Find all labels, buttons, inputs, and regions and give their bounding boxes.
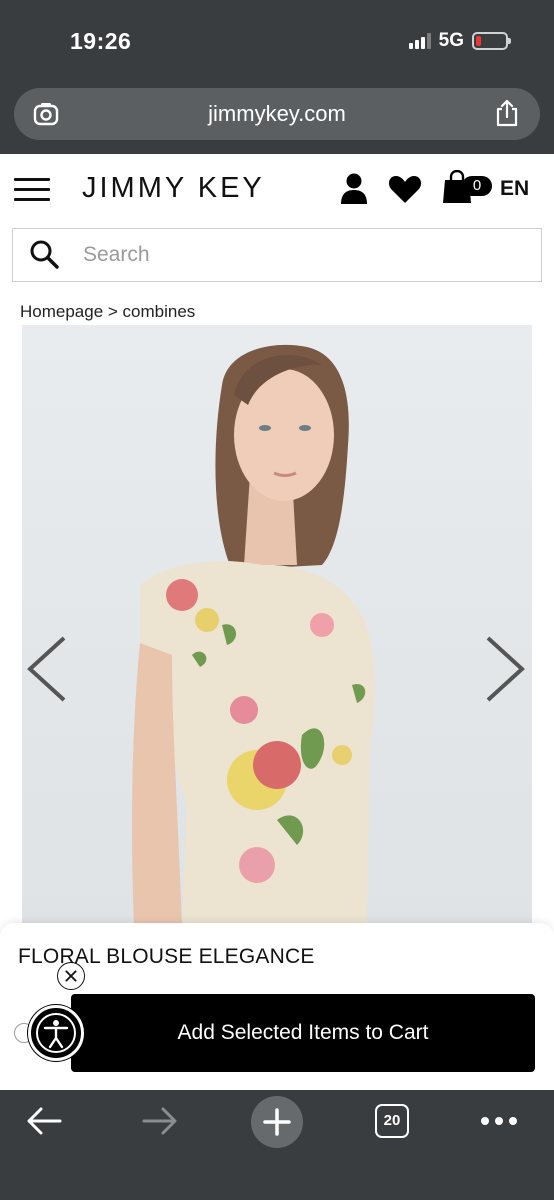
heart-icon[interactable] — [388, 174, 422, 204]
product-image[interactable] — [22, 325, 532, 925]
add-to-cart-button[interactable]: Add Selected Items to Cart — [71, 994, 535, 1072]
status-time: 19:26 — [70, 28, 132, 54]
tab-switcher[interactable]: 20 — [375, 1104, 409, 1138]
menu-icon[interactable] — [14, 178, 50, 202]
forward-arrow-icon[interactable] — [142, 1106, 178, 1136]
breadcrumb-current[interactable]: combines — [123, 302, 196, 321]
address-bar[interactable]: jimmykey.com — [14, 88, 540, 140]
cart-count-badge[interactable]: 0 — [462, 176, 492, 196]
network-type: 5G — [438, 30, 464, 51]
more-options-icon[interactable] — [480, 1116, 518, 1126]
breadcrumb: Homepage > combines — [20, 302, 195, 322]
breadcrumb-separator: > — [103, 302, 123, 321]
signal-icon — [408, 33, 431, 49]
product-photo — [132, 344, 375, 925]
browser-bottom-bar: 20 — [0, 1090, 554, 1200]
status-indicators: 5G — [408, 30, 511, 52]
language-selector[interactable]: EN — [500, 177, 529, 201]
new-tab-button[interactable] — [251, 1096, 303, 1148]
product-bottom-sheet: FLORAL BLOUSE ELEGANCE Add Selected Item… — [0, 923, 554, 1090]
share-icon[interactable] — [494, 98, 520, 128]
back-arrow-icon[interactable] — [26, 1106, 62, 1136]
user-icon[interactable] — [340, 172, 368, 204]
breadcrumb-home[interactable]: Homepage — [20, 302, 103, 321]
next-image-arrow-icon[interactable] — [484, 634, 528, 704]
search-input[interactable] — [83, 237, 523, 273]
site-logo[interactable]: JIMMY KEY — [82, 172, 265, 205]
accessibility-button[interactable] — [28, 1005, 84, 1061]
url-text[interactable]: jimmykey.com — [14, 101, 540, 127]
browser-top-bar: 19:26 5G jimmykey.com — [0, 0, 554, 154]
plus-icon — [263, 1108, 291, 1136]
search-icon[interactable] — [29, 239, 59, 269]
battery-icon — [472, 32, 511, 50]
search-bar — [12, 228, 542, 282]
site-header: JIMMY KEY 0 EN — [0, 154, 554, 226]
previous-image-arrow-icon[interactable] — [24, 634, 68, 704]
close-icon[interactable] — [57, 962, 85, 990]
accessibility-icon — [36, 1013, 76, 1053]
